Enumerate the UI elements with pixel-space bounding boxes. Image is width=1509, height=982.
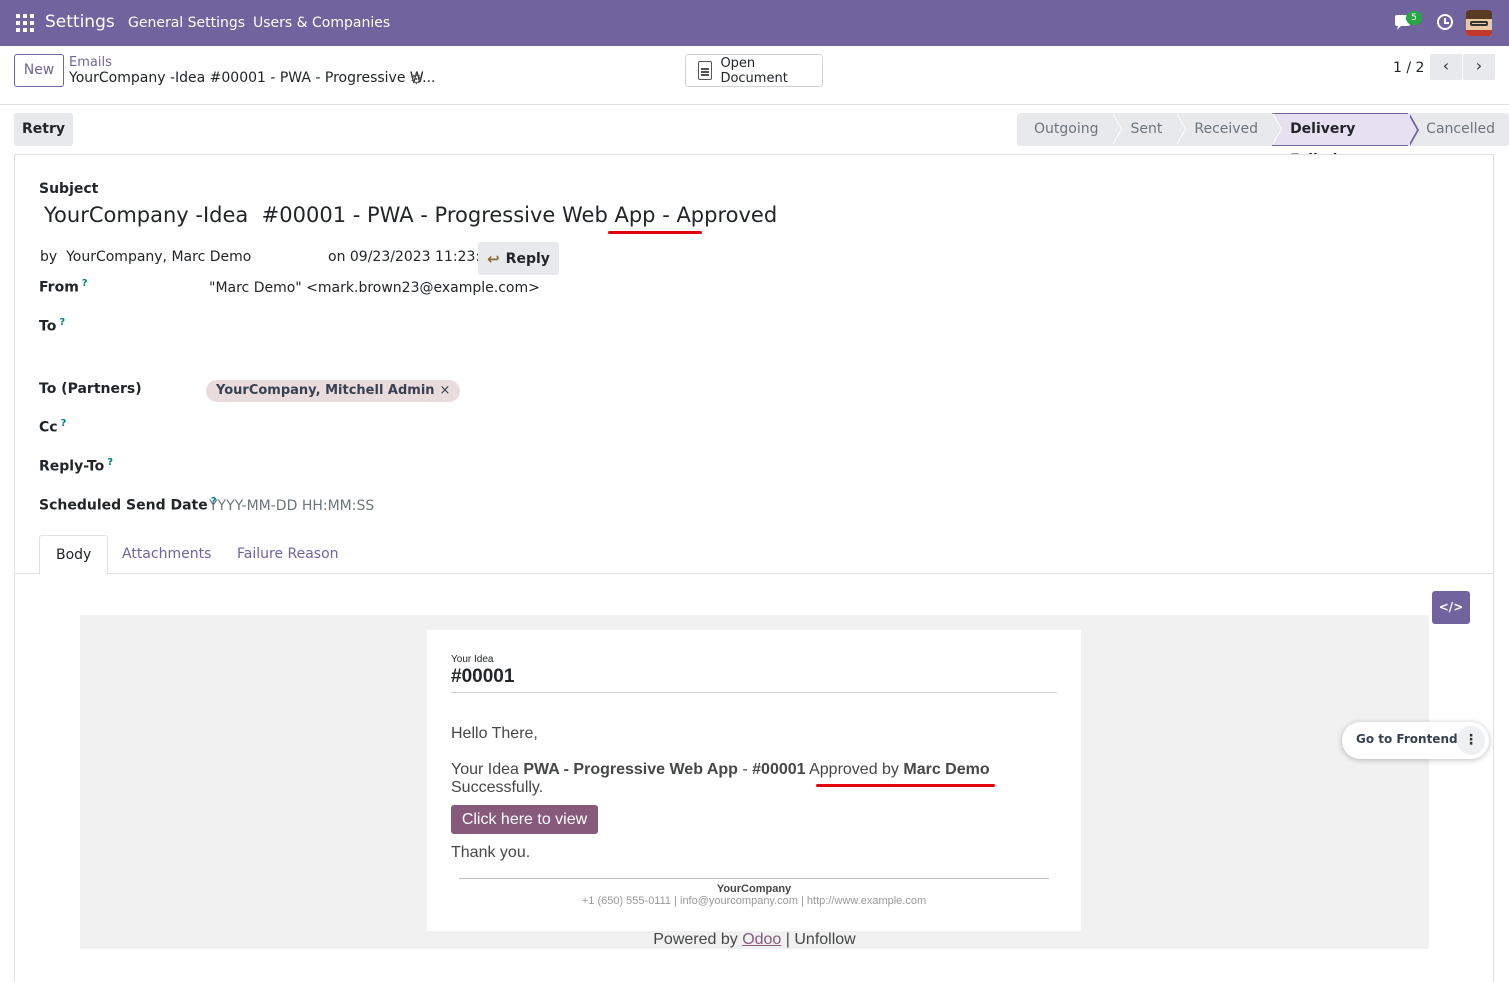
- pager-value[interactable]: 1 / 2: [1393, 60, 1424, 76]
- author: by YourCompany, Marc Demo: [40, 249, 252, 265]
- tab-attachments[interactable]: Attachments: [106, 535, 227, 574]
- open-document-button[interactable]: Open Document: [685, 54, 823, 87]
- kebab-menu-icon[interactable]: ⋮: [1457, 726, 1485, 755]
- form-sheet: Subject YourCompany -Idea #00001 - PWA -…: [14, 154, 1494, 982]
- stage-received[interactable]: Received: [1176, 113, 1282, 146]
- document-icon: [698, 61, 713, 80]
- scheduled-send-date-label: Scheduled Send Date?: [39, 496, 217, 514]
- email-idea-number: #00001: [451, 666, 515, 687]
- apps-grid-icon[interactable]: [16, 14, 34, 32]
- highlight-underline: [816, 784, 995, 787]
- go-to-frontend-pill: Go to Frontend ⋮: [1342, 722, 1489, 759]
- help-marker: ?: [60, 418, 67, 429]
- subject-label: Subject: [39, 181, 99, 197]
- chevron-left-icon[interactable]: ‹: [1430, 54, 1462, 80]
- email-approval-suffix: Successfully.: [451, 779, 544, 796]
- email-thanks: Thank you.: [451, 844, 531, 861]
- date: on 09/23/2023 11:23:49: [328, 249, 498, 265]
- clock-icon[interactable]: [1437, 14, 1453, 30]
- reply-label: Reply: [505, 250, 550, 267]
- notebook-tabs: Body Attachments Failure Reason: [15, 535, 1493, 575]
- partner-tag-label: YourCompany, Mitchell Admin: [216, 383, 435, 398]
- reply-to-label: Reply-To?: [39, 457, 114, 475]
- cc-label: Cc?: [39, 418, 67, 436]
- partner-tag[interactable]: YourCompany, Mitchell Admin ×: [206, 380, 461, 402]
- new-button[interactable]: New: [14, 54, 64, 87]
- tab-failure-reason[interactable]: Failure Reason: [221, 535, 355, 574]
- from-field[interactable]: "Marc Demo" <mark.brown23@example.com>: [209, 280, 540, 296]
- highlight-underline: [608, 231, 702, 234]
- stage-delivery-failed[interactable]: Delivery Failed: [1272, 113, 1420, 168]
- subject-value[interactable]: YourCompany -Idea #00001 - PWA - Progres…: [44, 203, 777, 227]
- help-marker: ?: [107, 457, 114, 468]
- email-small-heading: Your Idea: [451, 654, 494, 665]
- open-document-label: Open Document: [720, 55, 788, 86]
- breadcrumb-current: YourCompany -Idea #00001 - PWA - Progres…: [69, 70, 436, 86]
- retry-button[interactable]: Retry: [14, 113, 73, 146]
- avatar[interactable]: [1466, 10, 1492, 36]
- email-approval-line: Your Idea PWA - Progressive Web App - #0…: [451, 761, 990, 778]
- code-view-button[interactable]: </>: [1432, 591, 1470, 624]
- gear-icon[interactable]: ⚙: [410, 72, 423, 88]
- to-partners-label: To (Partners): [39, 381, 142, 397]
- tab-body[interactable]: Body: [39, 535, 109, 575]
- powered-by: Powered by Odoo | Unfollow: [653, 931, 856, 948]
- go-to-frontend-button[interactable]: Go to Frontend: [1356, 732, 1458, 746]
- chevron-right-icon[interactable]: ›: [1463, 54, 1495, 80]
- control-panel: New Emails YourCompany -Idea #00001 - PW…: [0, 46, 1509, 105]
- stage-cancelled[interactable]: Cancelled: [1408, 113, 1509, 146]
- stage-outgoing[interactable]: Outgoing: [1017, 113, 1124, 146]
- email-greeting: Hello There,: [451, 725, 538, 742]
- reply-icon: ↩: [487, 249, 500, 268]
- status-bar: Outgoing Sent Received Delivery Failed C…: [1017, 113, 1509, 168]
- email-preview: Your Idea #00001 Hello There, Your Idea …: [80, 615, 1429, 949]
- close-icon[interactable]: ×: [440, 383, 451, 398]
- app-title[interactable]: Settings: [45, 12, 115, 32]
- email-company: YourCompany: [716, 883, 792, 895]
- top-navbar: Settings General Settings Users & Compan…: [0, 0, 1509, 46]
- help-marker: ?: [59, 317, 66, 328]
- divider: [451, 692, 1057, 693]
- reply-button[interactable]: ↩ Reply: [478, 242, 559, 275]
- menu-general-settings[interactable]: General Settings: [128, 15, 245, 31]
- help-marker: ?: [81, 278, 88, 289]
- to-label: To?: [39, 317, 66, 335]
- unfollow-link[interactable]: | Unfollow: [781, 931, 856, 948]
- breadcrumb-parent[interactable]: Emails: [69, 55, 112, 70]
- odoo-link[interactable]: Odoo: [742, 931, 781, 948]
- divider: [459, 878, 1049, 879]
- from-label: From?: [39, 278, 88, 296]
- messages-badge: 5: [1406, 11, 1422, 25]
- menu-users-companies[interactable]: Users & Companies: [253, 15, 390, 31]
- email-contact: +1 (650) 555-0111 | info@yourcompany.com…: [581, 895, 927, 907]
- scheduled-send-date-field[interactable]: YYYY-MM-DD HH:MM:SS: [209, 498, 374, 514]
- view-button[interactable]: Click here to view: [451, 805, 598, 834]
- email-card: Your Idea #00001 Hello There, Your Idea …: [427, 630, 1081, 931]
